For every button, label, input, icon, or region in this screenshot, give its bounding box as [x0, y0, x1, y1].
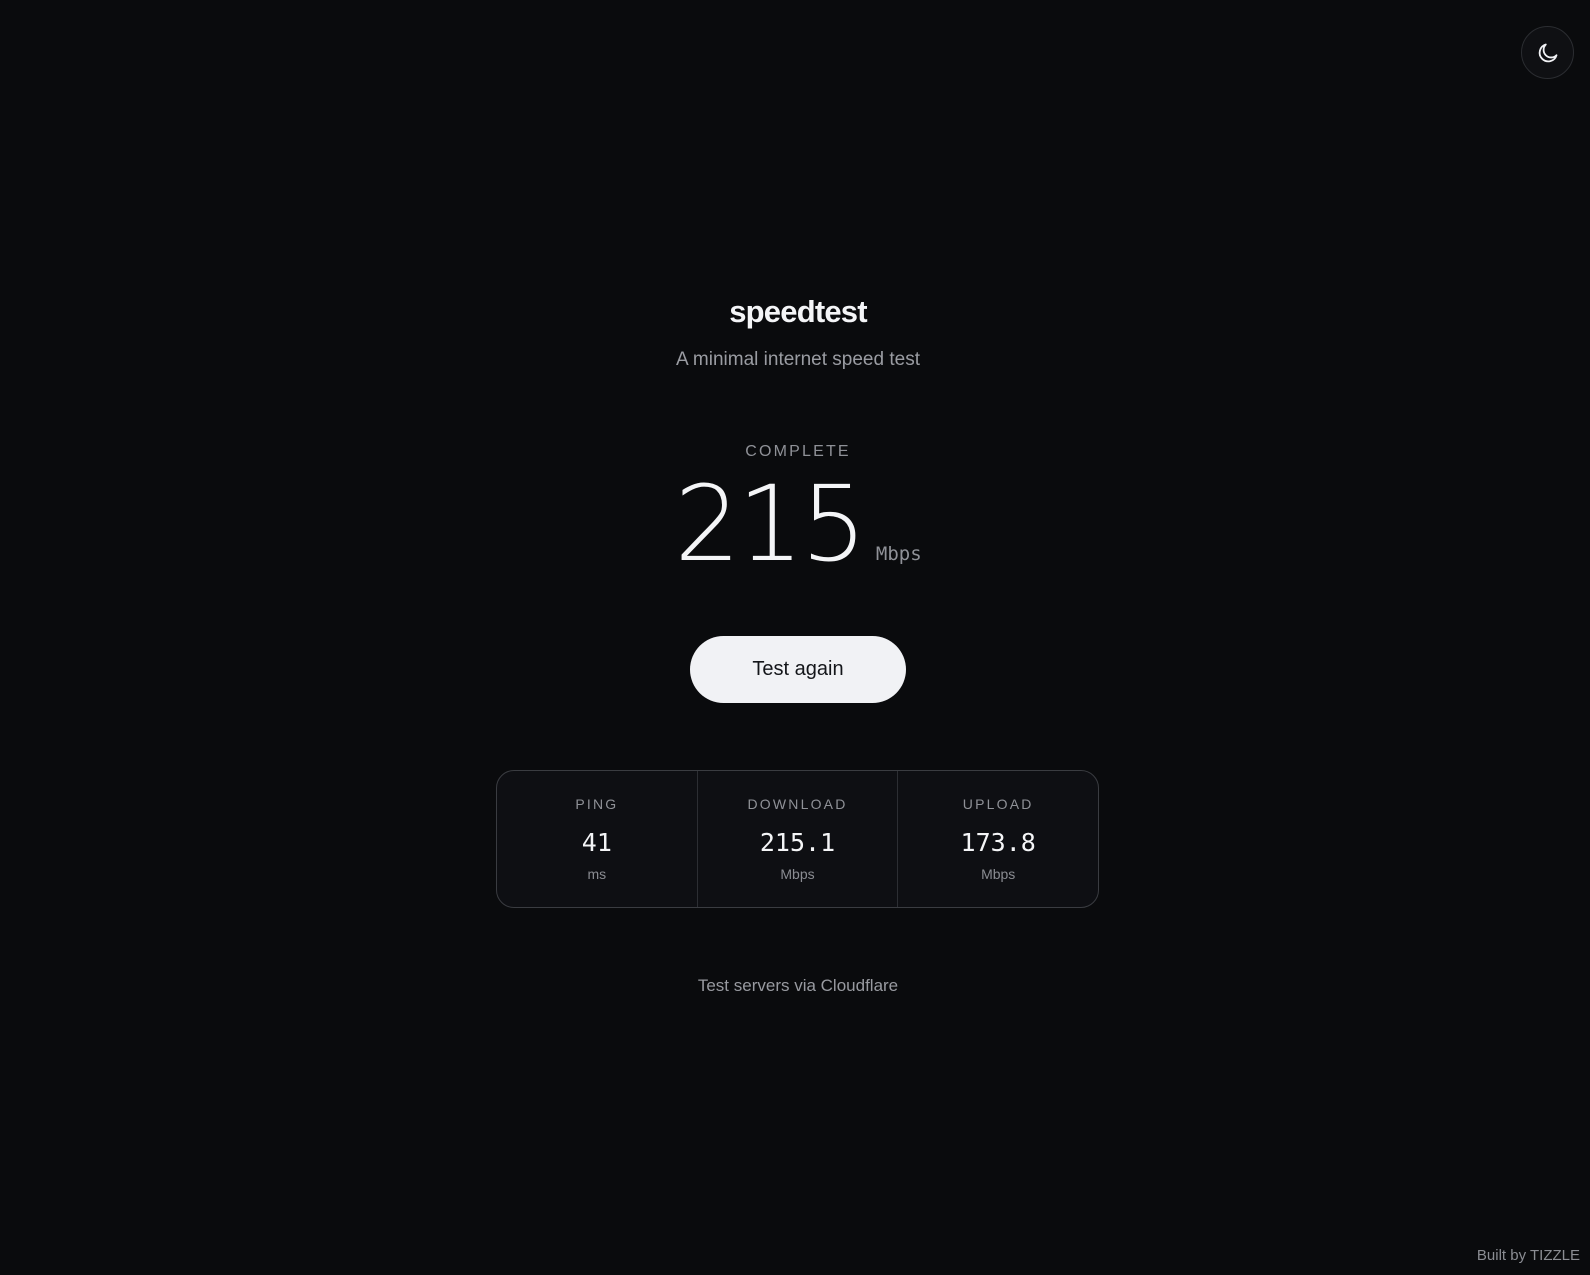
test-again-button[interactable]: Test again — [690, 636, 906, 703]
stat-unit: Mbps — [780, 866, 815, 882]
stat-value: 215.1 — [759, 828, 836, 857]
speed-unit: Mbps — [875, 543, 922, 565]
stat-label: UPLOAD — [962, 796, 1034, 812]
app-subtitle: A minimal internet speed test — [676, 349, 920, 370]
stat-ping: PING 41 ms — [497, 771, 697, 907]
stat-upload: UPLOAD 173.8 Mbps — [897, 771, 1098, 907]
test-status: COMPLETE — [745, 443, 851, 460]
speed-readout: 215 Mbps — [0, 463, 1590, 585]
moon-icon — [1536, 41, 1560, 65]
speed-value: 215 — [674, 463, 867, 585]
stat-label: DOWNLOAD — [747, 796, 848, 812]
servers-note: Test servers via Cloudflare — [697, 976, 899, 995]
stat-unit: ms — [587, 866, 607, 882]
stat-value: 173.8 — [960, 828, 1036, 857]
stats-panel: PING 41 ms DOWNLOAD 215.1 Mbps UPLOAD 17… — [496, 770, 1099, 908]
stat-download: DOWNLOAD 215.1 Mbps — [696, 771, 898, 907]
stat-unit: Mbps — [981, 866, 1016, 882]
stat-label: PING — [575, 796, 619, 812]
stat-value: 41 — [581, 828, 612, 857]
theme-toggle-button[interactable] — [1521, 26, 1574, 79]
app-title: speedtest — [729, 294, 867, 329]
credit-text: Built by TIZZLE — [1476, 1247, 1580, 1264]
